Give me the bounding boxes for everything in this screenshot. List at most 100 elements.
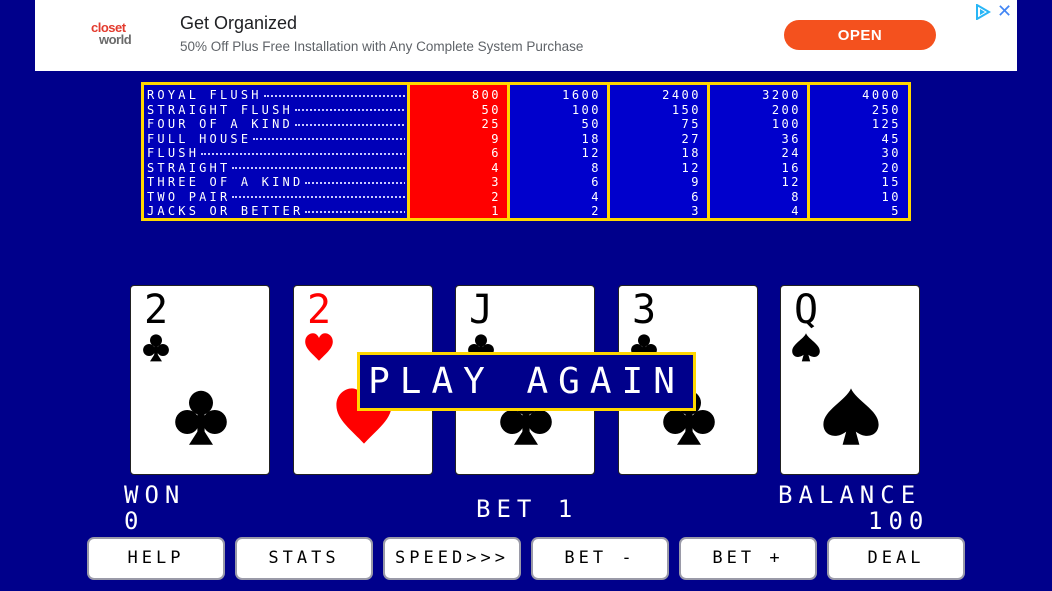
pay-table-value: 2 xyxy=(591,204,601,218)
pay-table-value: 100 xyxy=(771,117,801,131)
pay-table-value: 6 xyxy=(491,146,501,160)
pay-table-value: 4 xyxy=(591,189,601,204)
pay-table-value: 9 xyxy=(491,131,501,146)
ad-close-icon[interactable]: ✕ xyxy=(997,1,1012,21)
pay-table-value: 125 xyxy=(871,117,901,131)
pay-table-hand-name: ROYAL FLUSH xyxy=(147,88,405,103)
pay-table-value: 200 xyxy=(771,102,801,117)
pay-table-value: 3 xyxy=(491,175,501,189)
speed-button[interactable]: SPEED>>> xyxy=(383,537,521,580)
pay-table-value: 800 xyxy=(471,88,501,102)
deal-button[interactable]: DEAL xyxy=(827,537,965,580)
dotted-leader xyxy=(305,181,405,184)
balance-value: 100 xyxy=(868,507,930,535)
pay-table-hand-name: STRAIGHT FLUSH xyxy=(147,103,405,118)
pay-table: ROYAL FLUSH STRAIGHT FLUSH FOUR OF A KIND F… xyxy=(141,82,911,221)
pay-table-value: 6 xyxy=(691,189,701,204)
pay-table-value: 50 xyxy=(581,117,601,131)
pay-table-hand-names: ROYAL FLUSH STRAIGHT FLUSH FOUR OF A KIND F… xyxy=(144,85,410,218)
playing-card-5[interactable]: Q xyxy=(780,285,920,475)
advertiser-logo: closet world xyxy=(91,20,132,47)
pay-table-value: 15 xyxy=(881,175,901,189)
pay-table-hand-name: THREE OF A KIND xyxy=(147,175,405,190)
club-icon xyxy=(143,334,169,362)
pay-table-value: 18 xyxy=(581,131,601,146)
pay-table-value: 250 xyxy=(871,102,901,117)
card-rank: Q xyxy=(794,287,819,333)
pay-table-column-1: 800 50 25 9 6 4 3 2 1 xyxy=(410,85,510,218)
ad-title: Get Organized xyxy=(180,13,298,33)
pay-table-value: 4 xyxy=(791,204,801,218)
pay-table-value: 12 xyxy=(581,146,601,160)
pay-table-column-4: 3200 200 100 36 24 16 12 8 4 xyxy=(710,85,810,218)
pay-table-value: 45 xyxy=(881,131,901,146)
dotted-leader xyxy=(253,138,405,140)
card-rank: 2 xyxy=(144,287,169,333)
pay-table-value: 100 xyxy=(571,102,601,117)
spade-large-icon xyxy=(823,388,879,445)
card-rank: J xyxy=(469,287,494,333)
pay-table-hand-name: STRAIGHT xyxy=(147,161,405,176)
spade-icon xyxy=(792,333,820,362)
pay-table-value: 16 xyxy=(781,160,801,175)
bet-minus-button[interactable]: BET - xyxy=(531,537,669,580)
pay-table-value: 150 xyxy=(671,102,701,117)
pay-table-value: 9 xyxy=(691,175,701,189)
pay-table-value: 3 xyxy=(691,204,701,218)
ad-choices-icon[interactable] xyxy=(975,4,991,20)
pay-table-value: 2 xyxy=(491,189,501,204)
pay-table-value: 24 xyxy=(781,146,801,160)
club-large-icon xyxy=(175,390,227,445)
card-rank: 2 xyxy=(307,287,332,333)
pay-table-value: 1600 xyxy=(562,88,601,102)
pay-table-hand-name: FLUSH xyxy=(147,146,405,161)
pay-table-value: 1 xyxy=(491,204,501,218)
pay-table-value: 2400 xyxy=(662,88,701,102)
pay-table-value: 3200 xyxy=(762,88,801,102)
stats-button[interactable]: STATS xyxy=(235,537,373,580)
pay-table-value: 27 xyxy=(681,131,701,146)
card-rank: 3 xyxy=(632,287,657,333)
ad-banner[interactable]: closet world Get Organized 50% Off Plus … xyxy=(35,0,1017,71)
pay-table-hand-name: FOUR OF A KIND xyxy=(147,117,405,132)
won-label: WON xyxy=(124,481,186,509)
pay-table-hand-name: TWO PAIR xyxy=(147,190,405,205)
heart-icon xyxy=(305,333,333,361)
won-value: 0 xyxy=(124,507,145,535)
balance-label: BALANCE xyxy=(778,481,922,509)
dotted-leader xyxy=(201,152,405,155)
playing-card-1[interactable]: 2 xyxy=(130,285,270,475)
ad-open-button[interactable]: OPEN xyxy=(784,20,936,50)
pay-table-hand-name: FULL HOUSE xyxy=(147,132,405,147)
pay-table-value: 4000 xyxy=(862,88,901,102)
pay-table-value: 5 xyxy=(891,204,901,218)
pay-table-value: 10 xyxy=(881,189,901,204)
pay-table-value: 20 xyxy=(881,160,901,175)
pay-table-value: 50 xyxy=(481,102,501,117)
pay-table-column-5: 4000 250 125 45 30 20 15 10 5 xyxy=(810,85,907,218)
bet-plus-button[interactable]: BET + xyxy=(679,537,817,580)
pay-table-value: 8 xyxy=(791,189,801,204)
pay-table-value: 8 xyxy=(591,160,601,175)
pay-table-value: 75 xyxy=(681,117,701,131)
ad-subtitle: 50% Off Plus Free Installation with Any … xyxy=(180,39,584,54)
pay-table-value: 6 xyxy=(591,175,601,189)
pay-table-value: 18 xyxy=(681,146,701,160)
pay-table-column-3: 2400 150 75 27 18 12 9 6 3 xyxy=(610,85,710,218)
pay-table-value: 12 xyxy=(781,175,801,189)
pay-table-value: 36 xyxy=(781,131,801,146)
help-button[interactable]: HELP xyxy=(87,537,225,580)
dotted-leader xyxy=(294,123,405,126)
pay-table-value: 30 xyxy=(881,146,901,160)
pay-table-value: 25 xyxy=(481,117,501,131)
dotted-leader xyxy=(232,167,405,169)
pay-table-hand-name: JACKS OR BETTER xyxy=(147,204,405,219)
dotted-leader xyxy=(305,210,405,213)
pay-table-column-2: 1600 100 50 18 12 8 6 4 2 xyxy=(510,85,610,218)
dotted-leader xyxy=(263,94,405,97)
bet-indicator: BET 1 xyxy=(476,495,579,523)
pay-table-value: 4 xyxy=(491,160,501,175)
play-again-button[interactable]: PLAY AGAIN xyxy=(357,352,696,411)
dotted-leader xyxy=(294,109,405,111)
dotted-leader xyxy=(232,196,405,198)
